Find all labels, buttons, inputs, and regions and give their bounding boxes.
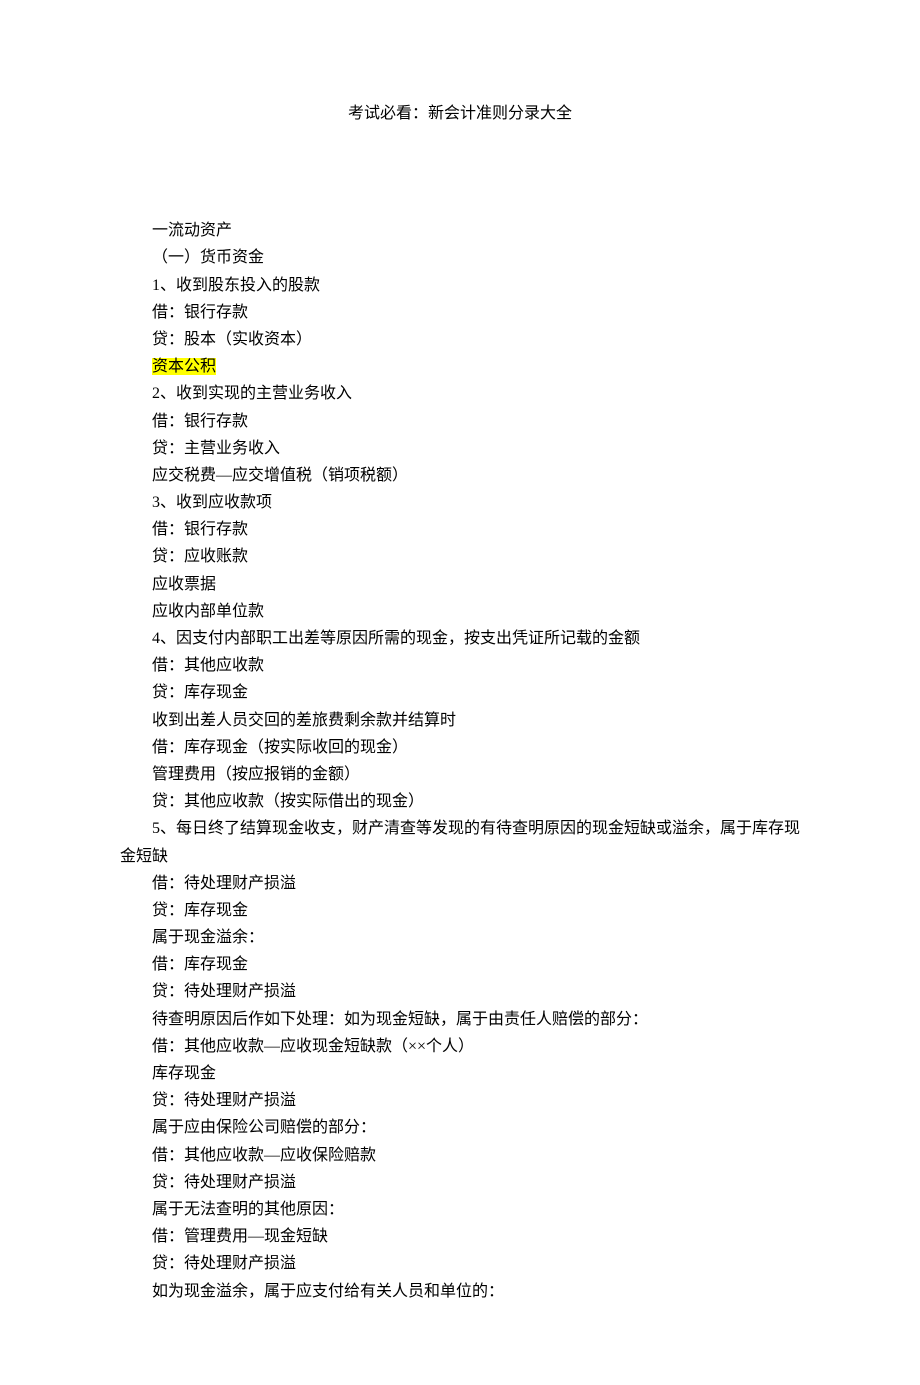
text-line: 借：银行存款 [120, 299, 800, 326]
text-line: 借：银行存款 [120, 408, 800, 435]
text-line: 贷：其他应收款（按实际借出的现金） [120, 788, 800, 815]
document-title: 考试必看：新会计准则分录大全 [120, 100, 800, 127]
text-line: 如为现金溢余，属于应支付给有关人员和单位的： [120, 1278, 800, 1305]
text-line: 应收票据 [120, 571, 800, 598]
text-line: 属于现金溢余： [120, 924, 800, 951]
text-line: 5、每日终了结算现金收支，财产清查等发现的有待查明原因的现金短缺或溢余，属于库存… [120, 815, 800, 869]
text-line: 贷：主营业务收入 [120, 435, 800, 462]
text-line: 贷：待处理财产损溢 [120, 978, 800, 1005]
document-content: 一流动资产（一）货币资金1、收到股东投入的股款借：银行存款贷：股本（实收资本） 资… [120, 217, 800, 1305]
text-line: 待查明原因后作如下处理：如为现金短缺，属于由责任人赔偿的部分： [120, 1006, 800, 1033]
text-line: 贷：股本（实收资本） [120, 326, 800, 353]
text-line: 贷：待处理财产损溢 [120, 1250, 800, 1277]
text-line: 贷：库存现金 [120, 897, 800, 924]
text-line: （一）货币资金 [120, 244, 800, 271]
text-line: 贷：待处理财产损溢 [120, 1087, 800, 1114]
text-line: 属于无法查明的其他原因： [120, 1196, 800, 1223]
text-line: 收到出差人员交回的差旅费剩余款并结算时 [120, 707, 800, 734]
text-line: 1、收到股东投入的股款 [120, 272, 800, 299]
text-line: 一流动资产 [120, 217, 800, 244]
text-line: 贷：待处理财产损溢 [120, 1169, 800, 1196]
text-line: 库存现金 [120, 1060, 800, 1087]
text-line: 借：待处理财产损溢 [120, 870, 800, 897]
text-line: 借：其他应收款—应收保险赔款 [120, 1142, 800, 1169]
text-line: 应交税费—应交增值税（销项税额） [120, 462, 800, 489]
highlighted-text: 资本公积 [152, 358, 216, 375]
text-line: 借：其他应收款 [120, 652, 800, 679]
text-line: 借：银行存款 [120, 516, 800, 543]
text-line: 资本公积 [120, 353, 800, 380]
text-line: 借：库存现金 [120, 951, 800, 978]
text-line: 借：库存现金（按实际收回的现金） [120, 734, 800, 761]
text-line: 应收内部单位款 [120, 598, 800, 625]
text-line: 4、因支付内部职工出差等原因所需的现金，按支出凭证所记载的金额 [120, 625, 800, 652]
text-line: 属于应由保险公司赔偿的部分： [120, 1114, 800, 1141]
text-line: 借：管理费用—现金短缺 [120, 1223, 800, 1250]
text-line: 借：其他应收款—应收现金短缺款（××个人） [120, 1033, 800, 1060]
text-line: 3、收到应收款项 [120, 489, 800, 516]
text-line: 贷：库存现金 [120, 679, 800, 706]
text-line: 贷：应收账款 [120, 543, 800, 570]
text-line: 管理费用（按应报销的金额） [120, 761, 800, 788]
text-line: 2、收到实现的主营业务收入 [120, 380, 800, 407]
